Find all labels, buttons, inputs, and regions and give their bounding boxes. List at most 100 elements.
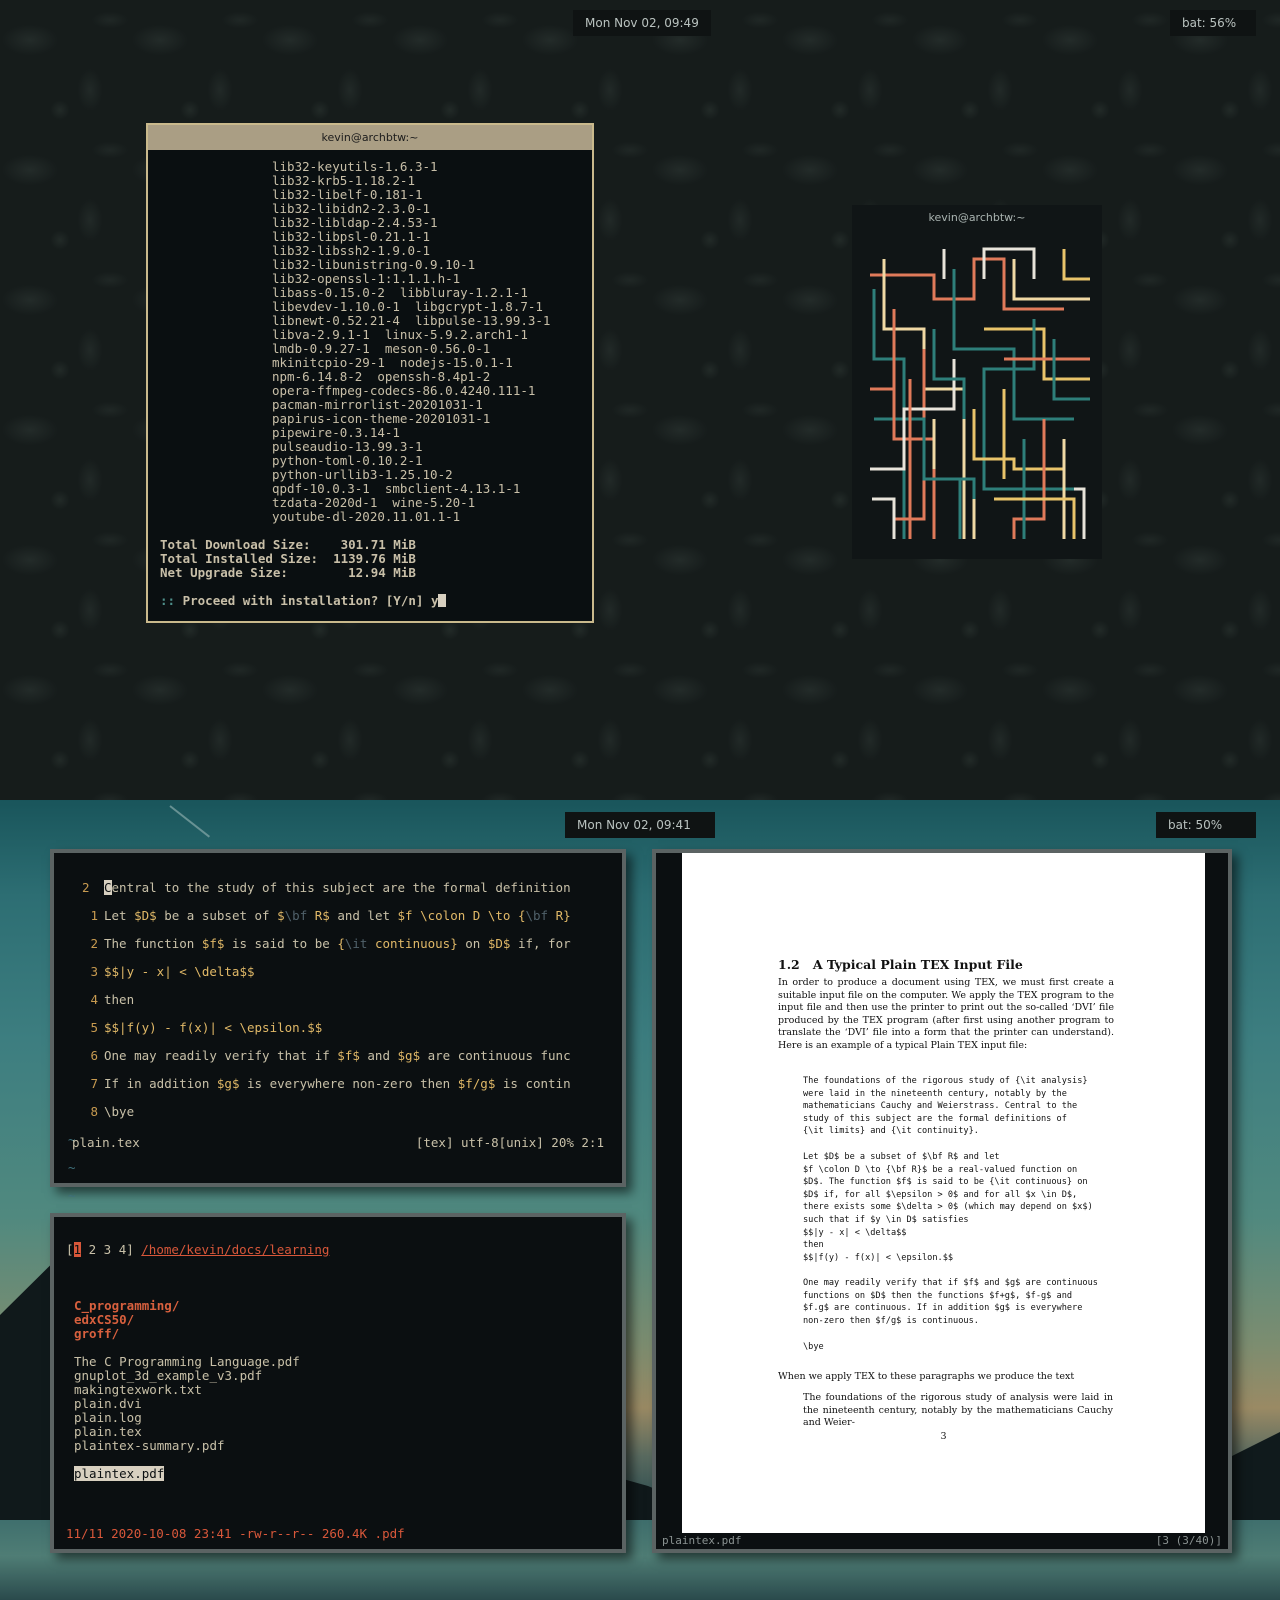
terminal-window-pipes[interactable]: kevin@archbtw:~ <box>852 205 1102 559</box>
package-row: libass-0.15.0-2 libbluray-1.2.1-1 <box>272 285 528 300</box>
package-row: lib32-libpsl-0.21.1-1 <box>272 229 431 244</box>
pipe-segment <box>1012 419 1046 539</box>
pdf-result-text: The foundations of the rigorous study of… <box>803 1392 1113 1429</box>
file-item[interactable]: makingtexwork.txt <box>66 1383 610 1397</box>
prompt-input[interactable]: y <box>431 593 439 608</box>
pdf-page-number: 3 <box>940 1431 947 1442</box>
vim-math: R$ <box>307 908 330 923</box>
pdf-intro-paragraph: In order to produce a document using TEX… <box>778 977 1114 1051</box>
tab-bracket: [ <box>66 1242 74 1257</box>
pdf-viewer-window[interactable]: 1.2 A Typical Plain TEX Input File In or… <box>652 849 1232 1553</box>
file-item[interactable]: plain.dvi <box>66 1397 610 1411</box>
file-item[interactable]: plain.log <box>66 1411 610 1425</box>
directory-item[interactable]: groff/ <box>66 1327 610 1341</box>
battery-bottom: bat: 50% <box>1156 812 1256 838</box>
package-row: lib32-keyutils-1.6.3-1 <box>272 159 438 174</box>
package-row: libevdev-1.10.0-1 libgcrypt-1.8.7-1 <box>272 299 543 314</box>
pipes-animation <box>870 247 1090 539</box>
vim-text: One may readily verify that if <box>104 1048 338 1063</box>
vim-line[interactable]: 2 The function $f$ is said to be {\it con… <box>68 937 608 951</box>
file-item-selected[interactable]: plaintex.pdf <box>66 1466 610 1481</box>
vim-line[interactable]: 3 $$|y - x| < \delta$$ <box>68 965 608 979</box>
pdf-after-text: When we apply TEX to these paragraphs we… <box>778 1371 1075 1382</box>
pdf-code-block-3: One may readily verify that if $f$ and $… <box>803 1278 1098 1326</box>
vim-line[interactable]: 5 $$|f(y) - f(x)| < \epsilon.$$ <box>68 1021 608 1035</box>
tabs-rest[interactable]: 2 3 4] <box>81 1242 134 1257</box>
package-row: papirus-icon-theme-20201031-1 <box>272 411 491 426</box>
vim-line[interactable]: 6 One may readily verify that if $f$ and … <box>68 1049 608 1063</box>
file-item[interactable]: plaintex-summary.pdf <box>66 1439 610 1453</box>
vim-text: be a subset of <box>156 908 278 923</box>
vim-line-text: entral to the study of this subject are … <box>111 880 571 895</box>
package-row: lib32-libldap-2.4.53-1 <box>272 215 438 230</box>
pdf-code-block-1: The foundations of the rigorous study of… <box>803 1076 1088 1137</box>
vim-text: Let <box>104 908 135 923</box>
package-row: lib32-libidn2-2.3.0-1 <box>272 201 431 216</box>
clock-bottom: Mon Nov 02, 09:41 <box>565 812 715 838</box>
prompt-text: Proceed with installation? [Y/n] <box>175 593 431 608</box>
package-row: lib32-libssh2-1.9.0-1 <box>272 243 431 258</box>
vim-line-number: 1 <box>90 908 98 923</box>
file-manager-body[interactable]: [1 2 3 4] /home/kevin/docs/learning C_pr… <box>54 1217 622 1521</box>
pdf-status-filename: plaintex.pdf <box>662 1534 742 1547</box>
prompt-marker: :: <box>160 593 176 608</box>
pipe-segment <box>872 497 896 539</box>
package-row: pulseaudio-13.99.3-1 <box>272 439 423 454</box>
file-manager-window[interactable]: [1 2 3 4] /home/kevin/docs/learning C_pr… <box>50 1213 626 1553</box>
vim-command: \bf <box>525 908 549 923</box>
upgrade-size: Net Upgrade Size: 12.94 MiB <box>160 565 416 580</box>
package-row: tzdata-2020d-1 wine-5.20-1 <box>272 495 476 510</box>
package-list: lib32-keyutils-1.6.3-1 lib32-krb5-1.18.2-… <box>160 160 580 524</box>
package-row: lib32-openssl-1:1.1.1.h-1 <box>272 271 461 286</box>
tab-active[interactable]: 1 <box>73 1242 82 1257</box>
vim-line-number: 2 <box>90 936 98 951</box>
vim-math: $D$ <box>134 908 157 923</box>
terminal-cursor <box>438 594 447 607</box>
vim-math: $D$ <box>487 936 511 951</box>
package-row: python-toml-0.10.2-1 <box>272 453 423 468</box>
pipe-segment <box>872 289 906 539</box>
vim-line[interactable]: 1 Let $D$ be a subset of $\bf R$ and let … <box>68 909 608 923</box>
package-row: lib32-libunistring-0.9.10-1 <box>272 257 476 272</box>
directory-list: C_programming/edxCS50/groff/ <box>66 1299 610 1341</box>
fm-statusline: 11/11 2020-10-08 23:41 -rw-r--r-- 260.4K… <box>66 1526 405 1541</box>
pdf-statusline: plaintex.pdf [3 (3/40)] <box>662 1534 1222 1547</box>
package-row: pipewire-0.3.14-1 <box>272 425 400 440</box>
vim-command: \bf <box>284 908 308 923</box>
vim-text: then <box>104 992 135 1007</box>
vim-line-number: 3 <box>90 964 98 979</box>
terminal-title: kevin@archbtw:~ <box>148 125 592 150</box>
pipe-segment <box>982 247 1036 279</box>
vim-text: The function <box>104 936 202 951</box>
vim-command: \it <box>344 936 368 951</box>
vim-text: is said to be <box>224 936 338 951</box>
terminal-output[interactable]: lib32-keyutils-1.6.3-1 lib32-krb5-1.18.2-… <box>148 150 592 618</box>
package-row: youtube-dl-2020.11.01.1-1 <box>272 509 461 524</box>
vim-editor-window[interactable]: 2 Central to the study of this subject ar… <box>50 849 626 1399</box>
vim-line[interactable]: 8 \bye <box>68 1105 608 1119</box>
current-path[interactable]: /home/kevin/docs/learning <box>141 1242 329 1257</box>
directory-item[interactable]: edxCS50/ <box>66 1313 610 1327</box>
fm-header: [1 2 3 4] /home/kevin/docs/learning <box>66 1242 610 1257</box>
file-item[interactable]: gnuplot_3d_example_v3.pdf <box>66 1369 610 1383</box>
vim-line[interactable]: 4 then <box>68 993 608 1007</box>
vim-status-filename: plain.tex <box>72 1135 140 1150</box>
selected-file-name: plaintex.pdf <box>74 1466 165 1481</box>
package-row: qpdf-10.0.3-1 smbclient-4.13.1-1 <box>272 481 521 496</box>
vim-math: $g$ <box>216 1076 240 1091</box>
install-prompt[interactable]: :: Proceed with installation? [Y/n] y <box>160 594 580 608</box>
pdf-page[interactable]: 1.2 A Typical Plain TEX Input File In or… <box>682 853 1205 1533</box>
vim-math: $f$ <box>337 1048 360 1063</box>
file-item[interactable]: The C Programming Language.pdf <box>66 1355 610 1369</box>
vim-text: and <box>359 1048 398 1063</box>
vim-line[interactable]: 7 If in addition $g$ is everywhere non-ze… <box>68 1077 608 1091</box>
vim-text: are continuous func <box>420 1048 571 1063</box>
directory-item[interactable]: C_programming/ <box>66 1299 610 1313</box>
pipe-segment <box>870 387 896 439</box>
vim-line-current[interactable]: 2 Central to the study of this subject ar… <box>68 880 608 895</box>
package-row: libnewt-0.52.21-4 libpulse-13.99.3-1 <box>272 313 551 328</box>
terminal-window-pacman[interactable]: kevin@archbtw:~ lib32-keyutils-1.6.3-1 li… <box>146 123 594 623</box>
download-size: Total Download Size: 301.71 MiB <box>160 537 416 552</box>
pipe-segment <box>870 359 956 471</box>
file-item[interactable]: plain.tex <box>66 1425 610 1439</box>
